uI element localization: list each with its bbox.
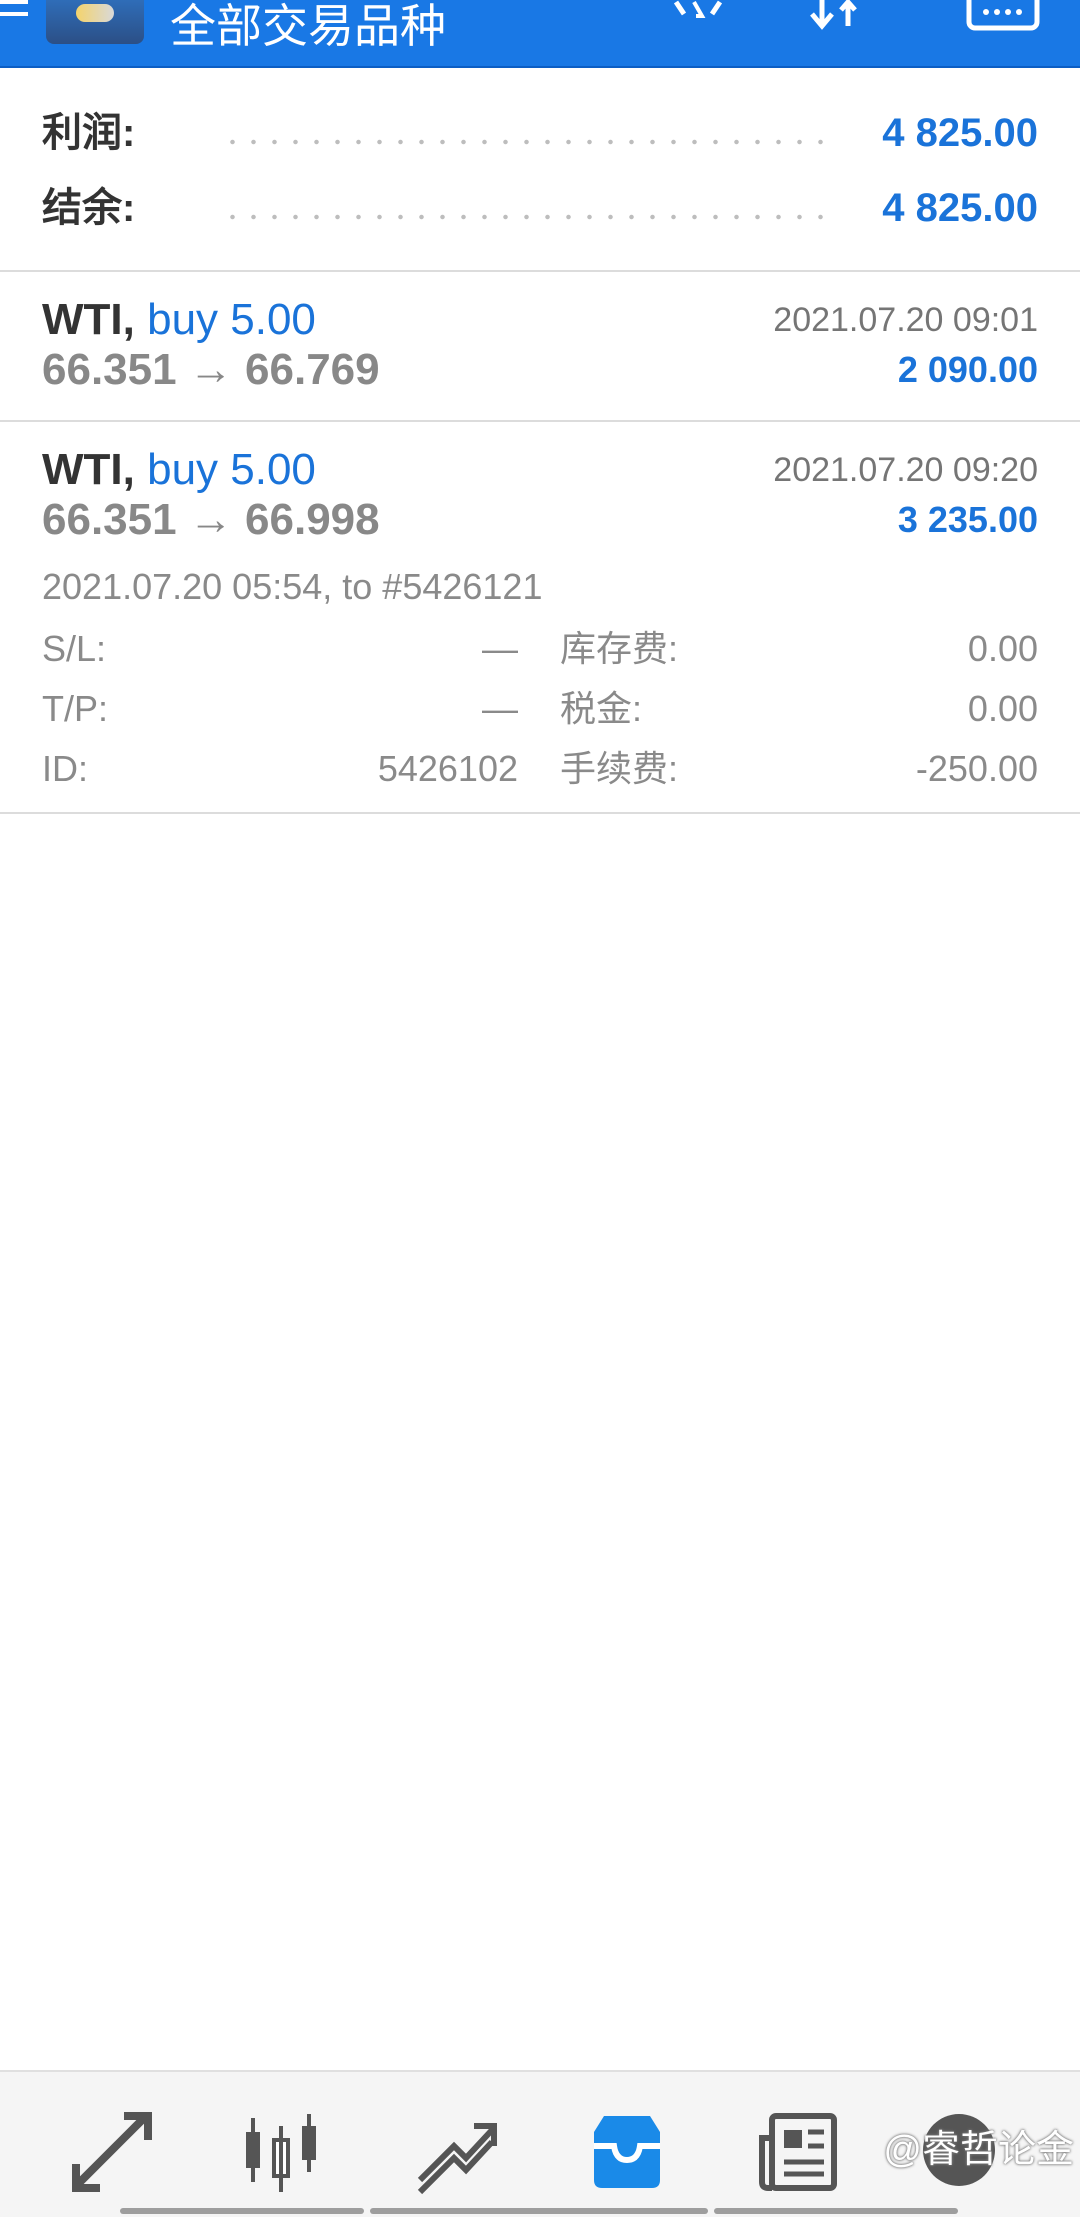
tax-value: 0.00 bbox=[967, 688, 1038, 729]
top-bar: 全部交易品种 bbox=[0, 0, 1080, 68]
swap-label: 库存费: bbox=[560, 628, 679, 669]
trade-side: buy 5.00 bbox=[147, 295, 316, 344]
menu-icon[interactable] bbox=[0, 0, 30, 30]
trade-symbol: WTI, buy 5.00 bbox=[42, 444, 316, 496]
app: 全部交易品种 利润: 4 825.00 结余: 4 825.00 WTI, bu… bbox=[0, 0, 1080, 2217]
trade-close-time: 2021.07.20 09:20 bbox=[773, 451, 1038, 489]
trade-row[interactable]: WTI, buy 5.00 2021.07.20 09:01 66.351 → … bbox=[0, 272, 1080, 422]
trade-icon[interactable] bbox=[410, 2108, 500, 2198]
watermark: @睿哲论金 bbox=[883, 2129, 1074, 2171]
app-logo[interactable] bbox=[46, 0, 144, 44]
commission-label: 手续费: bbox=[560, 748, 679, 789]
trade-close-time: 2021.07.20 09:01 bbox=[773, 301, 1038, 339]
trade-symbol: WTI, buy 5.00 bbox=[42, 294, 316, 346]
trade-row-expanded[interactable]: WTI, buy 5.00 2021.07.20 09:20 66.351 → … bbox=[0, 422, 1080, 814]
trade-profit: 3 235.00 bbox=[897, 499, 1038, 540]
history-icon[interactable] bbox=[582, 2108, 672, 2198]
balance-label: 结余: bbox=[42, 186, 136, 230]
dot-leader bbox=[222, 178, 838, 238]
symbol-text: WTI, bbox=[42, 295, 135, 344]
trade-open-info: 2021.07.20 05:54, to #5426121 bbox=[42, 566, 543, 607]
balance-value: 4 825.00 bbox=[882, 186, 1038, 230]
news-icon[interactable] bbox=[754, 2108, 844, 2198]
tp-value: — bbox=[482, 688, 518, 729]
quotes-icon[interactable] bbox=[66, 2108, 156, 2198]
sl-value: — bbox=[482, 628, 518, 669]
trade-prices: 66.351 → 66.998 bbox=[42, 495, 380, 544]
id-value: 5426102 bbox=[377, 748, 518, 789]
tp-label: T/P: bbox=[42, 688, 109, 729]
profit-value: 4 825.00 bbox=[882, 111, 1038, 155]
sl-label: S/L: bbox=[42, 628, 107, 669]
account-summary: 利润: 4 825.00 结余: 4 825.00 bbox=[0, 70, 1080, 272]
chart-icon[interactable] bbox=[236, 2108, 326, 2198]
id-label: ID: bbox=[42, 748, 89, 789]
profit-label: 利润: bbox=[42, 111, 136, 155]
trade-prices: 66.351 → 66.769 bbox=[42, 345, 380, 394]
nav-indicator bbox=[370, 2208, 708, 2214]
trade-profit: 2 090.00 bbox=[897, 349, 1038, 390]
sort-icon[interactable] bbox=[808, 0, 868, 40]
tax-label: 税金: bbox=[560, 688, 643, 729]
swap-value: 0.00 bbox=[967, 628, 1038, 669]
dot-leader bbox=[222, 103, 838, 163]
trade-side: buy 5.00 bbox=[147, 445, 316, 494]
symbol-text: WTI, bbox=[42, 445, 135, 494]
nav-indicator bbox=[120, 2208, 364, 2214]
nav-indicator bbox=[714, 2208, 958, 2214]
profit-row: 利润: 4 825.00 bbox=[42, 103, 1038, 163]
one-click-trading-icon[interactable] bbox=[668, 0, 728, 40]
page-title[interactable]: 全部交易品种 bbox=[170, 0, 446, 56]
new-order-icon[interactable] bbox=[966, 0, 1040, 40]
balance-row: 结余: 4 825.00 bbox=[42, 178, 1038, 238]
commission-value: -250.00 bbox=[915, 748, 1038, 789]
